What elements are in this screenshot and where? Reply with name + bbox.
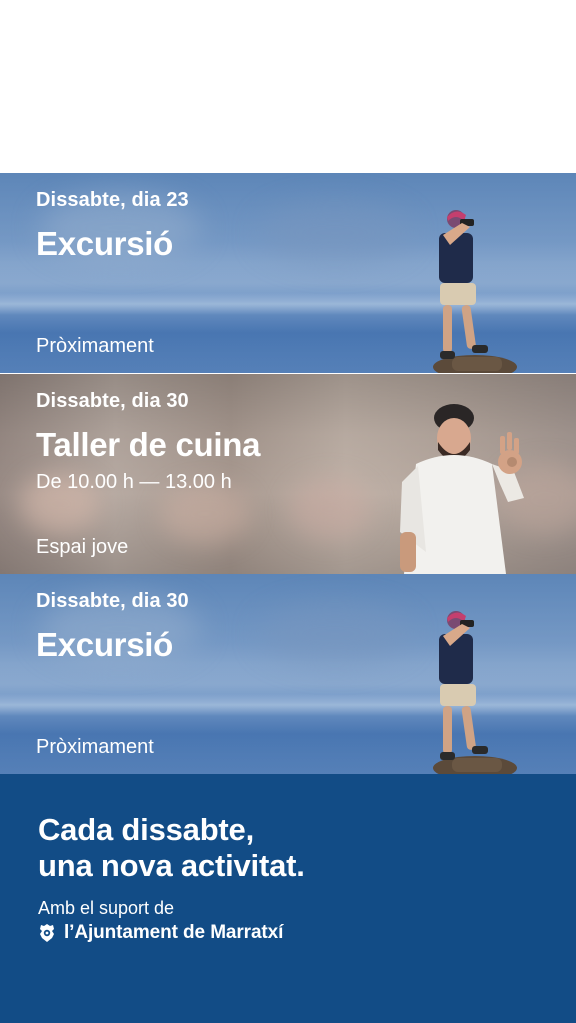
support-text: Amb el suport de: [38, 898, 175, 918]
photographer-image: [433, 611, 517, 774]
event-location: Pròximament: [36, 736, 154, 758]
promo-panel: Cada dissabte, una nova activitat. Amb e…: [0, 774, 576, 1023]
event-date: Dissabte, dia 30: [36, 590, 189, 612]
top-blank-area: [0, 0, 576, 173]
event-card-taller-de-cuina[interactable]: Dissabte, dia 30 Taller de cuina De 10.0…: [0, 374, 576, 574]
coat-of-arms-icon: [40, 924, 54, 942]
event-date: Dissabte, dia 23: [36, 189, 189, 211]
promo-headline: Cada dissabte, una nova activitat.: [38, 812, 305, 884]
event-location: Espai jove: [36, 536, 129, 558]
photographer-image: [433, 210, 517, 373]
event-location: Pròximament: [36, 335, 154, 357]
org-name: l’Ajuntament de Marratxí: [64, 922, 284, 943]
headline-line-1: Cada dissabte,: [38, 812, 255, 847]
org-credit: l’Ajuntament de Marratxí: [38, 922, 283, 944]
event-title: Excursió: [36, 626, 173, 663]
event-card-excursio-23[interactable]: Dissabte, dia 23 Excursió Pròximament: [0, 173, 576, 373]
headline-line-2: una nova activitat.: [38, 848, 305, 883]
event-card-excursio-30[interactable]: Dissabte, dia 30 Excursió Pròximament: [0, 574, 576, 774]
event-title: Taller de cuina: [36, 426, 261, 463]
chef-image: [400, 404, 524, 574]
event-date: Dissabte, dia 30: [36, 390, 189, 412]
event-time: De 10.00 h — 13.00 h: [36, 471, 232, 493]
event-title: Excursió: [36, 225, 173, 262]
